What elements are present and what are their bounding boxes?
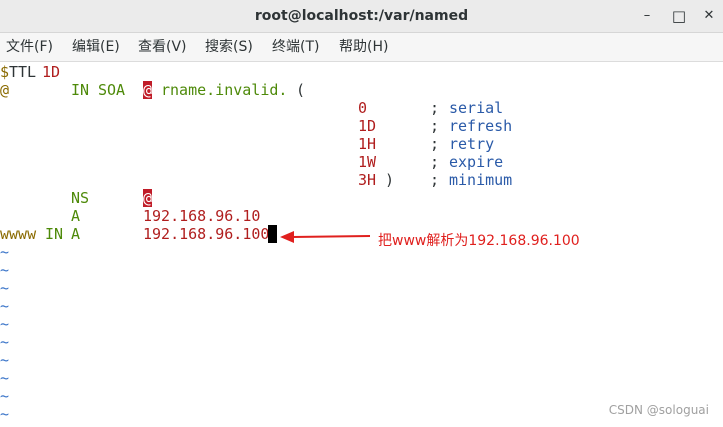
watermark: CSDN @sologuai [608,403,709,417]
annotation-text: 把www解析为192.168.96.100 [378,233,580,249]
annotation-arrow-icon [280,231,371,243]
